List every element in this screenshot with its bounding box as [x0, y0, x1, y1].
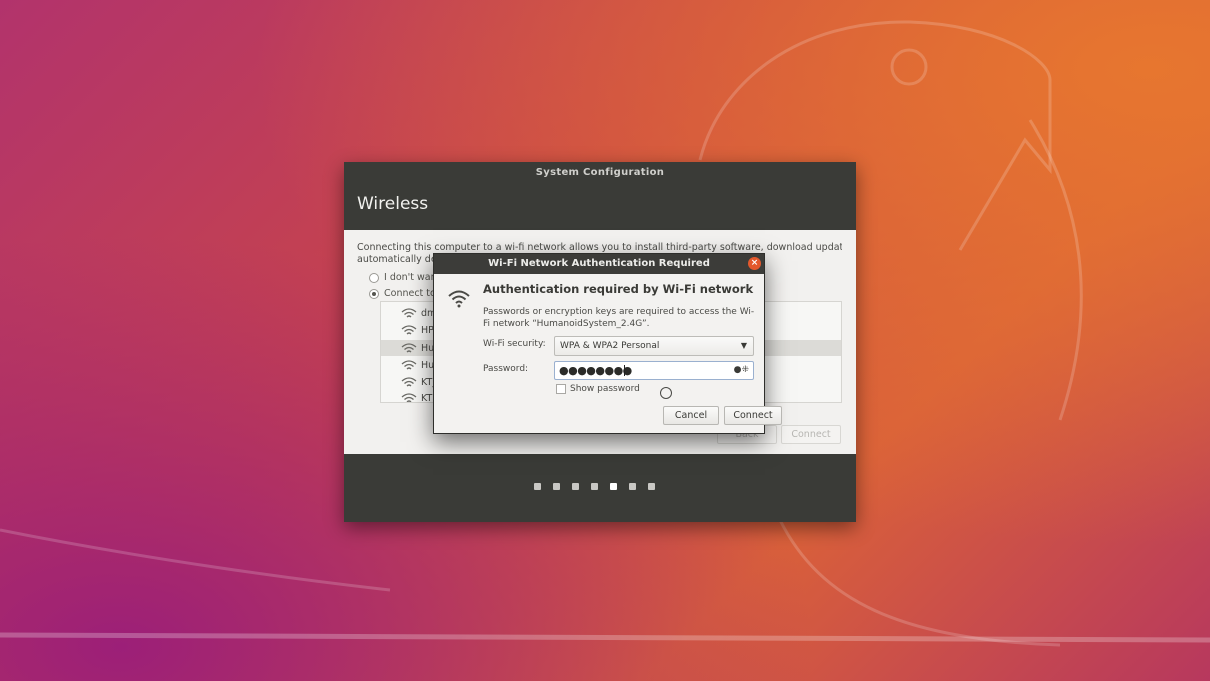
dialog-description: Passwords or encryption keys are require…	[483, 307, 755, 329]
progress-dot-current	[610, 483, 617, 490]
page-header: Wireless	[344, 184, 856, 230]
mouse-pointer-icon	[660, 387, 672, 399]
window-title: System Configuration	[535, 167, 665, 178]
text-cursor	[624, 365, 625, 376]
connect-button[interactable]: Connect	[724, 406, 782, 425]
radio-no-connect[interactable]	[369, 272, 379, 283]
wifi-signal-icon	[401, 392, 417, 402]
user-keys-icon[interactable]: ●⁜	[734, 365, 749, 375]
security-select[interactable]: WPA & WPA2 Personal ▼	[554, 336, 754, 356]
option-connect[interactable]: Connect to t	[369, 288, 443, 299]
close-button[interactable]: ×	[748, 257, 761, 270]
progress-dots	[534, 483, 655, 490]
radio-connect[interactable]	[369, 288, 379, 299]
progress-dot	[591, 483, 598, 490]
wifi-signal-icon	[401, 359, 417, 371]
option-no-connect[interactable]: I don't want	[369, 272, 440, 283]
chevron-down-icon: ▼	[740, 341, 747, 350]
wifi-signal-icon	[401, 324, 417, 336]
option-no-connect-label: I don't want	[384, 272, 441, 283]
wifi-signal-icon	[401, 342, 417, 354]
main-connect-button[interactable]: Connect	[781, 425, 841, 444]
wifi-auth-dialog: Wi-Fi Network Authentication Required × …	[433, 253, 782, 434]
network-name: KT	[421, 392, 433, 403]
dialog-heading: Authentication required by Wi-Fi network	[483, 282, 754, 296]
password-label: Password:	[483, 364, 529, 374]
progress-dot	[553, 483, 560, 490]
dialog-title: Wi-Fi Network Authentication Required	[488, 258, 710, 269]
security-label: Wi-Fi security:	[483, 339, 546, 349]
cancel-button[interactable]: Cancel	[663, 406, 719, 425]
page-title: Wireless	[357, 194, 429, 214]
password-input[interactable]: ●●●●●●●● ●⁜	[554, 361, 754, 380]
password-mask: ●●●●●●●●	[559, 364, 632, 377]
wifi-signal-icon	[401, 307, 417, 319]
progress-footer	[344, 454, 856, 522]
show-password-checkbox[interactable]	[556, 384, 566, 394]
wifi-signal-icon	[401, 376, 417, 388]
progress-dot	[629, 483, 636, 490]
show-password-option[interactable]: Show password	[556, 384, 640, 394]
progress-dot	[648, 483, 655, 490]
security-value: WPA & WPA2 Personal	[560, 341, 660, 351]
dialog-titlebar: Wi-Fi Network Authentication Required ×	[434, 254, 764, 274]
progress-dot	[572, 483, 579, 490]
progress-dot	[534, 483, 541, 490]
show-password-label: Show password	[570, 384, 640, 394]
wifi-signal-icon	[448, 290, 470, 308]
